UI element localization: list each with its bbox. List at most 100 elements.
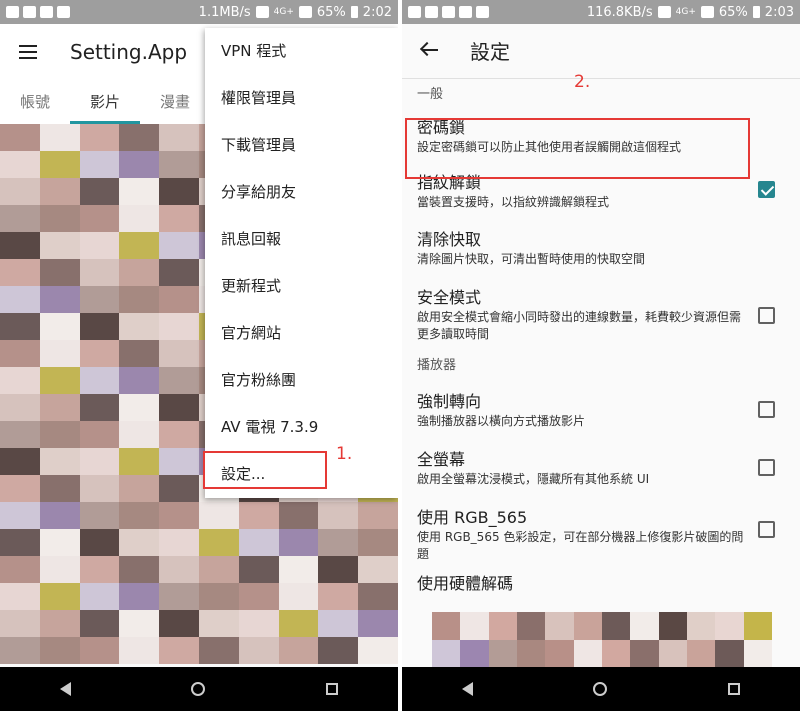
safe-mode-checkbox[interactable]: [758, 307, 775, 324]
mosaic-tile: [159, 637, 199, 664]
fullscreen-checkbox[interactable]: [758, 459, 775, 476]
tab-videos[interactable]: 影片: [70, 80, 140, 124]
mosaic-tile: [79, 637, 120, 664]
menu-item-feedback[interactable]: 訊息回報: [205, 216, 398, 263]
battery-percent: 65%: [316, 4, 346, 20]
mosaic-tile: [0, 205, 40, 232]
pref-safe-mode[interactable]: 安全模式 啟用安全模式會縮小同時發出的連線數量，耗費較少資源但需更多讀取時間: [402, 281, 800, 353]
fingerprint-checkbox[interactable]: [758, 181, 775, 198]
mosaic-tile: [119, 637, 160, 664]
pref-hardware-decoding[interactable]: 使用硬體解碼: [402, 571, 800, 601]
mosaic-tile: [602, 639, 631, 667]
annotation-step-1: 1.: [336, 444, 353, 464]
app-bar-divider: [402, 78, 800, 79]
mosaic-tile: [602, 612, 631, 640]
mosaic-tile: [318, 502, 359, 529]
menu-item-vpn[interactable]: VPN 程式: [205, 28, 398, 75]
mosaic-tile: [278, 610, 319, 637]
mosaic-tile: [432, 639, 461, 667]
mosaic-tile: [79, 313, 120, 340]
mosaic-tile: [119, 475, 160, 502]
mosaic-tile: [39, 502, 80, 529]
back-arrow-icon[interactable]: [402, 24, 458, 76]
menu-item-downloads[interactable]: 下載管理員: [205, 122, 398, 169]
status-bar: 1.1MB/s 4G+ 65% 2:02: [0, 0, 398, 24]
pref-summary: 清除圖片快取，可清出暫時使用的快取空間: [417, 252, 646, 266]
mosaic-tile: [159, 394, 199, 421]
mosaic-tile: [0, 502, 40, 529]
menu-item-website[interactable]: 官方網站: [205, 310, 398, 357]
mosaic-tile: [119, 529, 160, 556]
mosaic-tile: [715, 612, 744, 640]
mosaic-tile: [39, 583, 80, 610]
mosaic-tile: [545, 639, 574, 667]
back-nav-icon[interactable]: [60, 682, 72, 696]
mosaic-tile: [238, 502, 279, 529]
rgb565-checkbox[interactable]: [758, 521, 775, 538]
clock: 2:03: [764, 4, 794, 20]
mosaic-tile: [278, 502, 319, 529]
mosaic-tile: [0, 421, 40, 448]
back-nav-icon[interactable]: [462, 682, 474, 696]
home-nav-icon[interactable]: [593, 682, 608, 696]
blurred-ad-banner: [432, 612, 772, 667]
mosaic-tile: [79, 205, 120, 232]
mosaic-tile: [39, 475, 80, 502]
taobao-icon: [23, 6, 36, 18]
mosaic-tile: [0, 259, 40, 286]
menu-item-permissions[interactable]: 權限管理員: [205, 75, 398, 122]
mosaic-tile: [0, 394, 40, 421]
pref-title: 使用 RGB_565: [417, 508, 528, 527]
force-rotation-checkbox[interactable]: [758, 401, 775, 418]
mosaic-tile: [79, 448, 120, 475]
mosaic-tile: [79, 340, 120, 367]
mosaic-tile: [79, 124, 120, 151]
mosaic-tile: [119, 502, 160, 529]
mosaic-tile: [39, 394, 80, 421]
menu-item-share[interactable]: 分享給朋友: [205, 169, 398, 216]
mosaic-tile: [159, 151, 199, 178]
recents-nav-icon[interactable]: [727, 683, 740, 695]
nav-bar: [402, 667, 800, 711]
mosaic-tile: [159, 313, 199, 340]
tab-comics[interactable]: 漫畫: [140, 80, 210, 124]
youtube-icon: [408, 6, 421, 18]
mosaic-tile: [573, 612, 602, 640]
mosaic-tile: [39, 421, 80, 448]
pref-rgb565[interactable]: 使用 RGB_565 使用 RGB_565 色彩設定，可在部分機器上修復影片破圖…: [402, 501, 800, 571]
menu-item-fanpage[interactable]: 官方粉絲團: [205, 357, 398, 404]
battery-icon: [350, 6, 358, 18]
shield-icon: [476, 6, 489, 18]
mosaic-tile: [119, 367, 160, 394]
mosaic-tile: [39, 529, 80, 556]
pref-force-rotation[interactable]: 強制轉向 強制播放器以橫向方式播放影片: [402, 385, 800, 443]
mosaic-tile: [159, 286, 199, 313]
home-nav-icon[interactable]: [191, 682, 206, 696]
mosaic-tile: [39, 340, 80, 367]
mosaic-tile: [238, 637, 279, 664]
tab-account[interactable]: 帳號: [0, 80, 70, 124]
pref-clear-cache[interactable]: 清除快取 清除圖片快取，可清出暫時使用的快取空間: [402, 225, 800, 281]
mosaic-tile: [0, 151, 40, 178]
mosaic-tile: [159, 205, 199, 232]
pref-fullscreen[interactable]: 全螢幕 啟用全螢幕沈浸模式，隱藏所有其他系統 UI: [402, 443, 800, 501]
menu-item-version[interactable]: AV 電視 7.3.9: [205, 404, 398, 451]
mosaic-tile: [79, 286, 120, 313]
mosaic-tile: [545, 612, 574, 640]
mosaic-tile: [630, 612, 659, 640]
mosaic-tile: [0, 556, 40, 583]
mosaic-tile: [39, 367, 80, 394]
taobao-icon: [425, 6, 438, 18]
recents-nav-icon[interactable]: [325, 683, 338, 695]
menu-icon[interactable]: [0, 24, 56, 80]
mosaic-tile: [0, 340, 40, 367]
mosaic-tile: [687, 612, 716, 640]
mosaic-tile: [159, 502, 199, 529]
menu-item-update[interactable]: 更新程式: [205, 263, 398, 310]
mosaic-tile: [119, 313, 160, 340]
mosaic-tile: [119, 178, 160, 205]
mosaic-tile: [358, 529, 398, 556]
settings-app-bar: 設定: [402, 24, 800, 76]
mosaic-tile: [79, 151, 120, 178]
mosaic-tile: [358, 637, 398, 664]
